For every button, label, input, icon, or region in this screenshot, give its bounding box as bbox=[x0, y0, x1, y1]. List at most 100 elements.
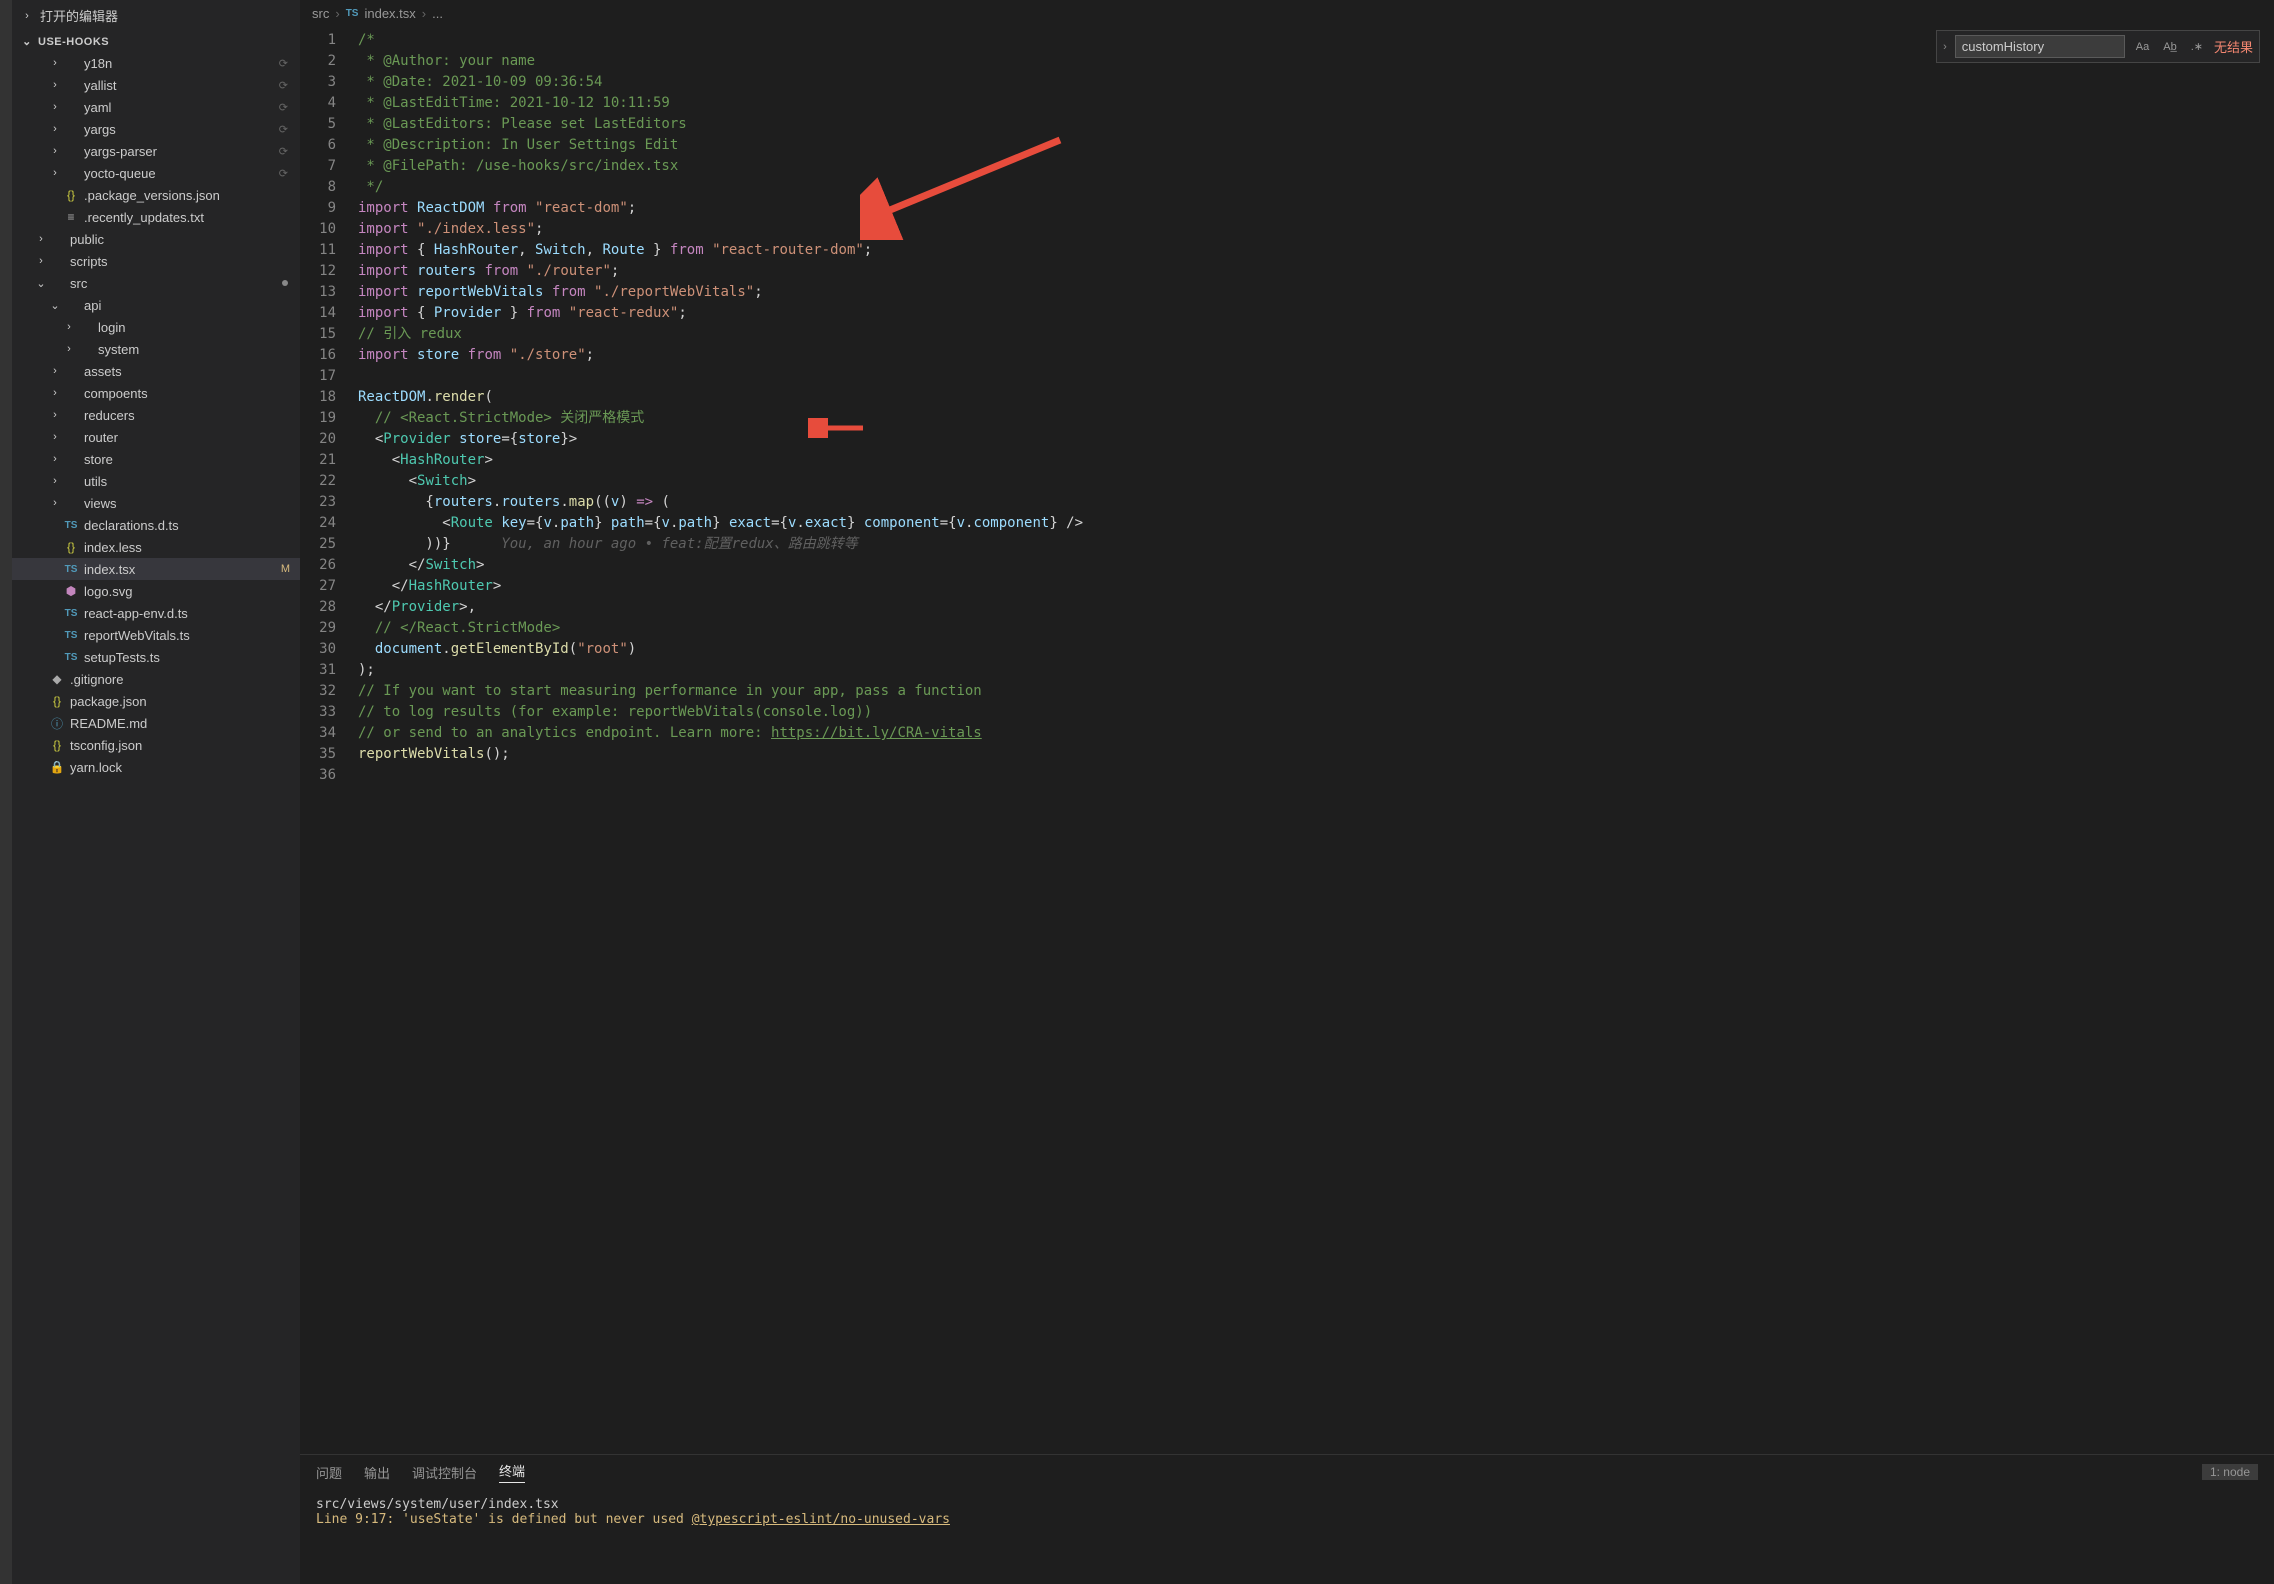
nosync-icon: ⟳ bbox=[279, 79, 288, 92]
chevron-icon: › bbox=[48, 365, 62, 377]
tree-item[interactable]: TSsetupTests.ts bbox=[12, 646, 300, 668]
tree-item[interactable]: ◆.gitignore bbox=[12, 668, 300, 690]
terminal-tab[interactable]: 调试控制台 bbox=[412, 1463, 477, 1482]
tree-item[interactable]: TSreact-app-env.d.ts bbox=[12, 602, 300, 624]
json-icon: {} bbox=[48, 738, 66, 752]
line-gutter: 1234567891011121314151617181920212223242… bbox=[300, 26, 350, 1454]
tree-item-label: store bbox=[84, 452, 113, 467]
tree-item[interactable]: ⌄api bbox=[12, 294, 300, 316]
terminal-tab[interactable]: 终端 bbox=[499, 1461, 525, 1483]
search-input[interactable] bbox=[1955, 35, 2125, 58]
chevron-down-icon: ⌄ bbox=[20, 35, 34, 48]
tree-item[interactable]: ›views bbox=[12, 492, 300, 514]
tree-item[interactable]: › router bbox=[12, 426, 300, 448]
ts-icon: TS bbox=[62, 630, 80, 641]
breadcrumb-segment[interactable]: ... bbox=[432, 6, 443, 21]
tree-item[interactable]: TSindex.tsxM bbox=[12, 558, 300, 580]
tree-item-label: compoents bbox=[84, 386, 148, 401]
chevron-right-icon: › bbox=[422, 6, 426, 21]
tree-item[interactable]: TS declarations.d.ts bbox=[12, 514, 300, 536]
modified-badge: M bbox=[281, 563, 290, 575]
json-icon: {} bbox=[48, 694, 66, 708]
tree-item[interactable]: › assets bbox=[12, 360, 300, 382]
tree-item-label: declarations.d.ts bbox=[84, 518, 179, 533]
tree-item-label: assets bbox=[84, 364, 122, 379]
tree-item-label: yaml bbox=[84, 100, 111, 115]
editor-pane: src › TS index.tsx › ... › Aa Ab̲ .∗ 无结果… bbox=[300, 0, 2274, 1584]
chevron-right-icon[interactable]: › bbox=[1943, 41, 1947, 53]
tree-item-label: router bbox=[84, 430, 118, 445]
tree-item[interactable]: ›login bbox=[12, 316, 300, 338]
tree-item[interactable]: ›y18n⟳ bbox=[12, 52, 300, 74]
ts-icon: TS bbox=[62, 608, 80, 619]
terminal-link[interactable]: @typescript-eslint/no-unused-vars bbox=[692, 1512, 950, 1527]
tree-item[interactable]: {} package.json bbox=[12, 690, 300, 712]
chevron-icon: › bbox=[48, 387, 62, 399]
project-header[interactable]: ⌄ USE-HOOKS bbox=[12, 31, 300, 52]
tree-item[interactable]: ›yargs⟳ bbox=[12, 118, 300, 140]
chevron-icon: › bbox=[48, 475, 62, 487]
terminal-tab[interactable]: 输出 bbox=[364, 1463, 390, 1482]
tree-item[interactable]: ⬢logo.svg bbox=[12, 580, 300, 602]
tree-item-label: yarn.lock bbox=[70, 760, 122, 775]
tree-item-label: setupTests.ts bbox=[84, 650, 160, 665]
svg-icon: ⬢ bbox=[62, 584, 80, 598]
tree-item[interactable]: ›yaml⟳ bbox=[12, 96, 300, 118]
json-icon: {} bbox=[62, 188, 80, 202]
ts-icon: TS bbox=[346, 8, 359, 19]
tree-item[interactable]: ›yocto-queue⟳ bbox=[12, 162, 300, 184]
breadcrumb-segment[interactable]: index.tsx bbox=[364, 6, 415, 21]
tree-item[interactable]: ›utils bbox=[12, 470, 300, 492]
ts-icon: TS bbox=[62, 520, 80, 531]
code-content[interactable]: /* * @Author: your name * @Date: 2021-10… bbox=[350, 26, 1083, 1454]
chevron-icon: › bbox=[48, 431, 62, 443]
tree-item[interactable]: ›store bbox=[12, 448, 300, 470]
tree-item[interactable]: ›yallist⟳ bbox=[12, 74, 300, 96]
tree-item-label: y18n bbox=[84, 56, 112, 71]
tree-item[interactable]: ›public bbox=[12, 228, 300, 250]
tree-item[interactable]: {}.package_versions.json bbox=[12, 184, 300, 206]
nosync-icon: ⟳ bbox=[279, 145, 288, 158]
chevron-icon: › bbox=[62, 343, 76, 355]
json-icon: {} bbox=[62, 540, 80, 554]
tree-item-label: yargs bbox=[84, 122, 116, 137]
tree-item-label: package.json bbox=[70, 694, 147, 709]
tree-item[interactable]: {}tsconfig.json bbox=[12, 734, 300, 756]
tree-item-label: views bbox=[84, 496, 117, 511]
terminal-line: src/views/system/user/index.tsx bbox=[316, 1497, 2258, 1512]
tree-item[interactable]: ≡.recently_updates.txt bbox=[12, 206, 300, 228]
tree-item[interactable]: {}index.less bbox=[12, 536, 300, 558]
tree-item[interactable]: 🔒yarn.lock bbox=[12, 756, 300, 778]
whole-word-toggle[interactable]: Ab̲ bbox=[2160, 40, 2179, 54]
terminal-output[interactable]: src/views/system/user/index.tsx Line 9:1… bbox=[300, 1489, 2274, 1535]
nosync-icon: ⟳ bbox=[279, 57, 288, 70]
tree-item-label: public bbox=[70, 232, 104, 247]
chevron-right-icon: › bbox=[335, 6, 339, 21]
open-editors-header[interactable]: › 打开的编辑器 bbox=[12, 0, 300, 31]
tree-item[interactable]: ›scripts bbox=[12, 250, 300, 272]
tree-item[interactable]: ›yargs-parser⟳ bbox=[12, 140, 300, 162]
tree-item[interactable]: ›reducers bbox=[12, 404, 300, 426]
regex-toggle[interactable]: .∗ bbox=[2188, 39, 2206, 54]
file-icon: ≡ bbox=[62, 210, 80, 224]
tree-item-label: system bbox=[98, 342, 139, 357]
tree-item-label: reportWebVitals.ts bbox=[84, 628, 190, 643]
tree-item[interactable]: TS reportWebVitals.ts bbox=[12, 624, 300, 646]
terminal-selector[interactable]: 1: node bbox=[2202, 1464, 2258, 1480]
terminal-tab[interactable]: 问题 bbox=[316, 1463, 342, 1482]
breadcrumb-segment[interactable]: src bbox=[312, 6, 329, 21]
terminal-panel: 问题 输出 调试控制台 终端 1: node src/views/system/user… bbox=[300, 1454, 2274, 1584]
breadcrumbs[interactable]: src › TS index.tsx › ... bbox=[300, 0, 2274, 26]
code-editor[interactable]: 1234567891011121314151617181920212223242… bbox=[300, 26, 2274, 1454]
tree-item[interactable]: › compoents bbox=[12, 382, 300, 404]
activity-bar[interactable] bbox=[0, 0, 12, 1584]
tree-item-label: README.md bbox=[70, 716, 147, 731]
tree-item[interactable]: ⓘ README.md bbox=[12, 712, 300, 734]
nosync-icon: ⟳ bbox=[279, 123, 288, 136]
tree-item[interactable]: › system bbox=[12, 338, 300, 360]
info-icon: ⓘ bbox=[48, 715, 66, 732]
tree-item[interactable]: ⌄src bbox=[12, 272, 300, 294]
chevron-icon: › bbox=[48, 167, 62, 179]
nosync-icon: ⟳ bbox=[279, 167, 288, 180]
match-case-toggle[interactable]: Aa bbox=[2133, 40, 2152, 54]
